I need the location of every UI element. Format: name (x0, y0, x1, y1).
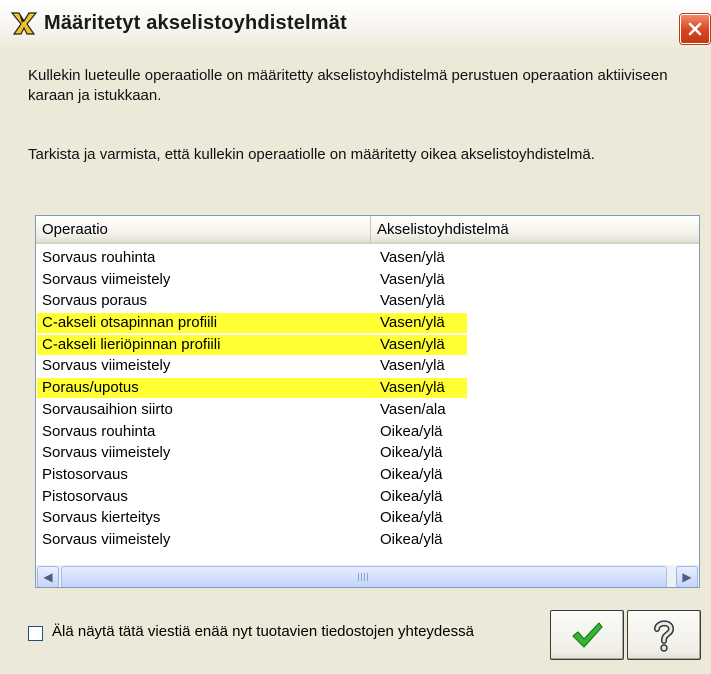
operation-cell: Sorvaus rouhinta (42, 422, 156, 440)
dont-show-again-checkbox[interactable] (28, 626, 43, 641)
column-header-axis-combination[interactable]: Akselistoyhdistelmä (371, 216, 697, 242)
operation-cell: Pistosorvaus (42, 465, 128, 483)
axis-combination-cell: Vasen/ala (380, 400, 446, 418)
operation-cell: Sorvausaihion siirto (42, 400, 173, 418)
table-row[interactable]: C-akseli otsapinnan profiili Vasen/ylä (36, 312, 699, 334)
operation-cell: Poraus/upotus (42, 379, 139, 397)
operation-cell: C-akseli lieriöpinnan profiili (42, 335, 221, 353)
column-header-operation[interactable]: Operaatio (36, 216, 371, 242)
table-row[interactable]: Sorvausaihion siirto Vasen/ala (36, 399, 699, 421)
table-row[interactable]: Sorvaus viimeistely Oikea/ylä (36, 442, 699, 464)
operation-cell: C-akseli otsapinnan profiili (42, 314, 218, 332)
table-row[interactable]: C-akseli lieriöpinnan profiili Vasen/ylä (36, 334, 699, 356)
table-row[interactable]: Sorvaus poraus Vasen/ylä (36, 290, 699, 312)
help-button[interactable] (627, 610, 701, 660)
arrow-right-icon: ▶ (682, 570, 692, 584)
table-row[interactable]: Sorvaus viimeistely Vasen/ylä (36, 355, 699, 377)
ok-button[interactable] (550, 610, 624, 660)
close-icon (688, 22, 702, 36)
operation-cell: Sorvaus poraus (42, 292, 148, 310)
scroll-thumb[interactable] (61, 566, 667, 587)
arrow-left-icon: ◀ (43, 570, 53, 584)
question-icon (654, 620, 675, 652)
axis-combination-cell: Vasen/ylä (380, 270, 445, 288)
axis-combination-cell: Oikea/ylä (380, 487, 443, 505)
close-button[interactable] (680, 14, 710, 44)
axis-combination-cell: Vasen/ylä (380, 314, 445, 332)
table-row[interactable]: Sorvaus viimeistely Oikea/ylä (36, 529, 699, 551)
scroll-left-button[interactable]: ◀ (37, 566, 59, 587)
dont-show-again-label[interactable]: Älä näytä tätä viestiä enää nyt tuotavie… (52, 622, 474, 642)
axis-combination-cell: Oikea/ylä (380, 422, 443, 440)
table-row[interactable]: Pistosorvaus Oikea/ylä (36, 464, 699, 486)
table-row[interactable]: Poraus/upotus Vasen/ylä (36, 377, 699, 399)
axis-combination-cell: Vasen/ylä (380, 357, 445, 375)
table-row[interactable]: Sorvaus rouhinta Vasen/ylä (36, 247, 699, 269)
window-title: Määritetyt akselistoyhdistelmät (44, 12, 347, 34)
axis-combination-cell: Vasen/ylä (380, 379, 445, 397)
operation-cell: Sorvaus viimeistely (42, 357, 171, 375)
axis-combination-cell: Oikea/ylä (380, 444, 443, 462)
list-rows: Sorvaus rouhinta Vasen/ylä Sorvaus viimeis… (36, 247, 699, 551)
operations-list[interactable]: Operaatio Akselistoyhdistelmä Sorvaus ro… (35, 215, 700, 588)
operation-cell: Sorvaus kierteitys (42, 509, 161, 527)
axis-combination-cell: Oikea/ylä (380, 509, 443, 527)
scroll-right-button[interactable]: ▶ (676, 566, 698, 587)
operation-cell: Sorvaus viimeistely (42, 270, 171, 288)
axis-combination-cell: Vasen/ylä (380, 335, 445, 353)
axis-combination-cell: Vasen/ylä (380, 292, 445, 310)
title-bar: Määritetyt akselistoyhdistelmät (0, 0, 711, 50)
axis-combination-cell: Oikea/ylä (380, 465, 443, 483)
table-row[interactable]: Sorvaus viimeistely Vasen/ylä (36, 269, 699, 291)
list-header: Operaatio Akselistoyhdistelmä (36, 216, 699, 244)
operation-cell: Sorvaus viimeistely (42, 530, 171, 548)
table-row[interactable]: Sorvaus kierteitys Oikea/ylä (36, 507, 699, 529)
operation-cell: Sorvaus viimeistely (42, 444, 171, 462)
grip-icon (358, 573, 370, 581)
instruction-message: Tarkista ja varmista, että kullekin oper… (28, 146, 595, 163)
axis-combination-cell: Oikea/ylä (380, 530, 443, 548)
table-row[interactable]: Sorvaus rouhinta Oikea/ylä (36, 421, 699, 443)
app-logo-icon (10, 12, 38, 35)
table-row[interactable]: Pistosorvaus Oikea/ylä (36, 486, 699, 508)
axis-combination-cell: Vasen/ylä (380, 249, 445, 266)
operation-cell: Pistosorvaus (42, 487, 128, 505)
checkmark-icon (572, 622, 603, 648)
info-message: Kullekin lueteulle operaatiolle on määri… (28, 67, 668, 104)
operation-cell: Sorvaus rouhinta (42, 249, 156, 266)
horizontal-scrollbar[interactable]: ◀ ▶ (36, 565, 699, 587)
